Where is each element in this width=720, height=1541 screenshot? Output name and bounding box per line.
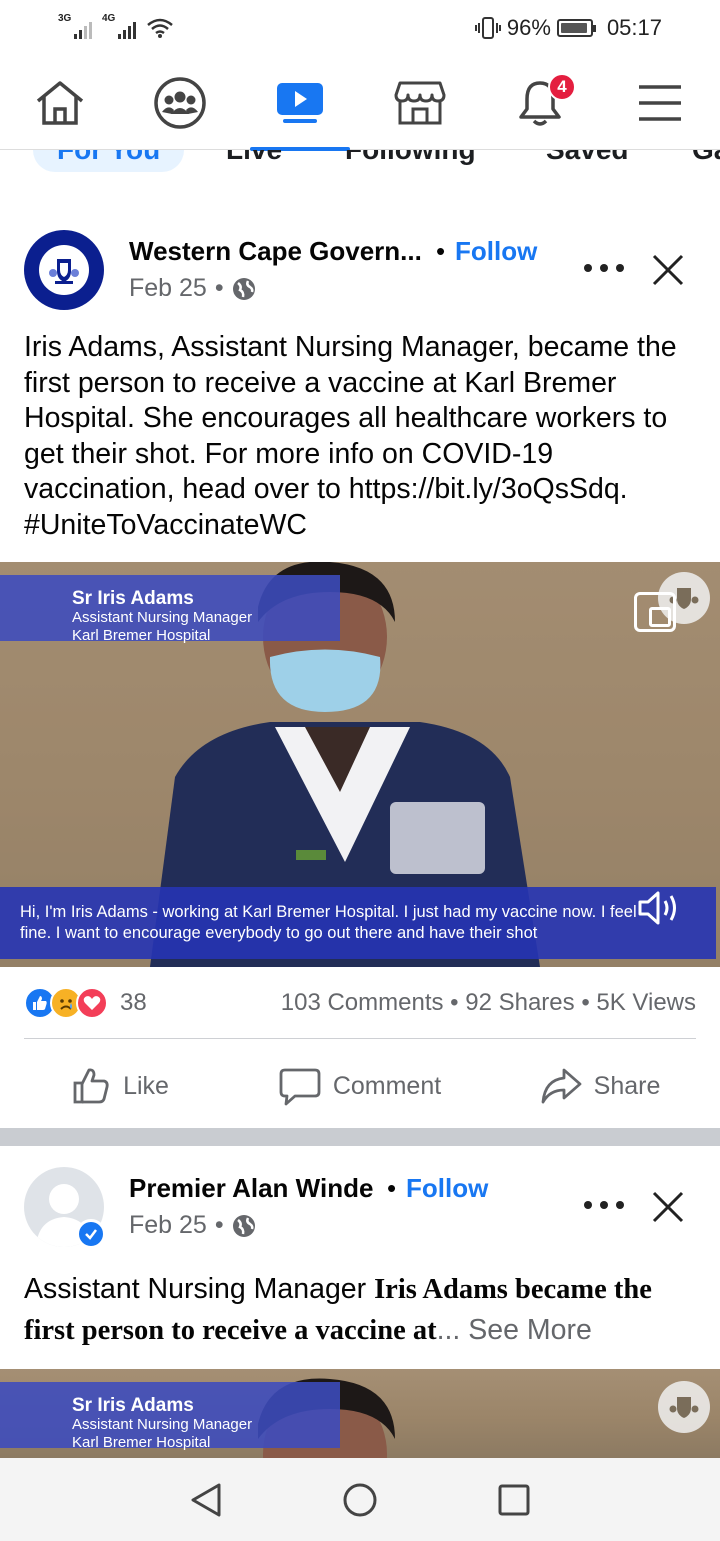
post-text-plain: Assistant Nursing Manager (24, 1273, 375, 1305)
status-left: 3G 4G (58, 13, 174, 39)
post-date[interactable]: Feb 25 (129, 1211, 207, 1240)
tab-following[interactable]: Following (345, 150, 476, 166)
avatar[interactable] (24, 230, 104, 310)
meta-separator: • (214, 274, 224, 302)
like-button[interactable]: Like (0, 1046, 240, 1126)
lower-third-title: Assistant Nursing Manager (72, 609, 253, 626)
watch-video-icon (277, 82, 323, 123)
home-icon (36, 80, 84, 125)
watch-tabs: For You Live Following Saved Ga (0, 150, 720, 190)
see-more-link[interactable]: ... See More (437, 1314, 592, 1346)
divider (24, 1038, 696, 1039)
android-nav-bar (0, 1458, 720, 1541)
more-options-icon[interactable] (584, 1195, 624, 1215)
caption-line-2: fine. I want to encourage everybody to g… (20, 924, 538, 942)
share-button[interactable]: Share (480, 1046, 720, 1126)
post-header: Premier Alan Winde • Follow Feb 25 • (24, 1167, 704, 1249)
nav-groups[interactable] (130, 56, 230, 150)
share-arrow-icon (541, 1068, 582, 1104)
video-lower-third: Sr Iris Adams Assistant Nursing Manager … (0, 575, 340, 644)
back-triangle-icon (191, 1483, 221, 1516)
follow-button[interactable]: Follow (406, 1173, 488, 1204)
battery-icon (556, 19, 596, 37)
home-button[interactable] (336, 1476, 384, 1524)
wifi-icon (147, 18, 173, 38)
nav-notifications[interactable]: 4 (490, 56, 590, 150)
video-caption: Hi, I'm Iris Adams - working at Karl Bre… (0, 887, 716, 959)
tab-live[interactable]: Live (226, 150, 282, 166)
volume-icon[interactable] (636, 888, 682, 928)
recents-button[interactable] (490, 1476, 538, 1524)
comment-button[interactable]: Comment (240, 1046, 480, 1126)
groups-icon (154, 76, 206, 129)
more-options-icon[interactable] (584, 258, 624, 278)
lower-third-name: Sr Iris Adams (72, 588, 194, 609)
picture-in-picture-icon[interactable] (634, 592, 676, 632)
post-meta: Feb 25 • (129, 274, 256, 303)
lower-third-place: Karl Bremer Hospital (72, 627, 211, 644)
globe-icon (232, 277, 255, 300)
share-label: Share (593, 1071, 661, 1100)
close-icon[interactable] (648, 250, 688, 290)
back-button[interactable] (182, 1476, 230, 1524)
video-player[interactable]: Sr Iris Adams Assistant Nursing Manager … (0, 1369, 720, 1458)
follow-separator: • (436, 236, 446, 266)
signal-4g-label: 4G (102, 13, 116, 24)
reaction-icons (24, 987, 108, 1019)
reaction-count: 38 (120, 989, 147, 1016)
status-right: 96% 05:17 (474, 15, 662, 41)
engagement-stats[interactable]: 103 Comments • 92 Shares • 5K Views (281, 989, 696, 1017)
follow-button[interactable]: Follow (455, 236, 537, 267)
like-label: Like (123, 1071, 169, 1100)
nav-watch[interactable] (250, 56, 350, 151)
signal-3g-icon: 3G (58, 13, 92, 39)
post-author[interactable]: Premier Alan Winde (129, 1173, 373, 1204)
video-logo-watermark (658, 1381, 710, 1433)
post-text: Iris Adams, Assistant Nursing Manager, b… (24, 331, 677, 541)
clock: 05:17 (606, 15, 662, 40)
lower-third-place: Karl Bremer Hospital (72, 1434, 211, 1451)
video-player[interactable]: Sr Iris Adams Assistant Nursing Manager … (0, 562, 720, 967)
lower-third-name: Sr Iris Adams (72, 1395, 194, 1416)
post-text: Assistant Nursing Manager Iris Adams bec… (24, 1269, 704, 1351)
meta-separator: • (214, 1211, 224, 1239)
love-reaction-icon (76, 987, 108, 1019)
post-meta: Feb 25 • (129, 1211, 256, 1240)
comment-label: Comment (332, 1071, 442, 1100)
comment-icon (279, 1068, 321, 1106)
verified-badge-icon (76, 1219, 106, 1249)
signal-3g-label: 3G (58, 13, 72, 24)
recents-square-icon (498, 1484, 530, 1515)
globe-icon (232, 1214, 255, 1237)
lower-third-title: Assistant Nursing Manager (72, 1416, 253, 1433)
signal-4g-icon: 4G (102, 13, 136, 39)
follow-separator: • (387, 1173, 397, 1203)
top-nav-bar: 4 (0, 56, 720, 151)
notification-badge: 4 (548, 72, 576, 101)
nav-menu[interactable] (610, 56, 710, 150)
home-circle-icon (343, 1483, 377, 1516)
hamburger-menu-icon (639, 84, 681, 121)
tab-gaming[interactable]: Ga (692, 150, 720, 166)
marketplace-icon (394, 81, 446, 124)
feed-separator (0, 1128, 720, 1146)
post-actions: Like Comment Share (0, 1046, 720, 1126)
caption-line-1: Hi, I'm Iris Adams - working at Karl Bre… (20, 903, 637, 921)
reactions-summary[interactable]: 38 103 Comments • 92 Shares • 5K Views (24, 982, 696, 1024)
nav-home[interactable] (10, 56, 110, 150)
video-lower-third: Sr Iris Adams Assistant Nursing Manager … (0, 1382, 340, 1451)
post-header: Western Cape Govern... • Follow Feb 25 • (24, 230, 704, 312)
thumbs-up-icon (73, 1068, 109, 1104)
tab-saved[interactable]: Saved (546, 150, 629, 166)
vibrate-icon (474, 17, 501, 39)
battery-percent: 96% (506, 15, 551, 40)
close-icon[interactable] (648, 1187, 688, 1227)
tab-for-you[interactable]: For You (33, 150, 185, 172)
post-date[interactable]: Feb 25 (129, 274, 207, 303)
nav-marketplace[interactable] (370, 56, 470, 150)
coat-of-arms-icon (39, 245, 89, 295)
post-author[interactable]: Western Cape Govern... (129, 236, 422, 267)
status-bar: 3G 4G 96% 05:17 (0, 0, 720, 56)
